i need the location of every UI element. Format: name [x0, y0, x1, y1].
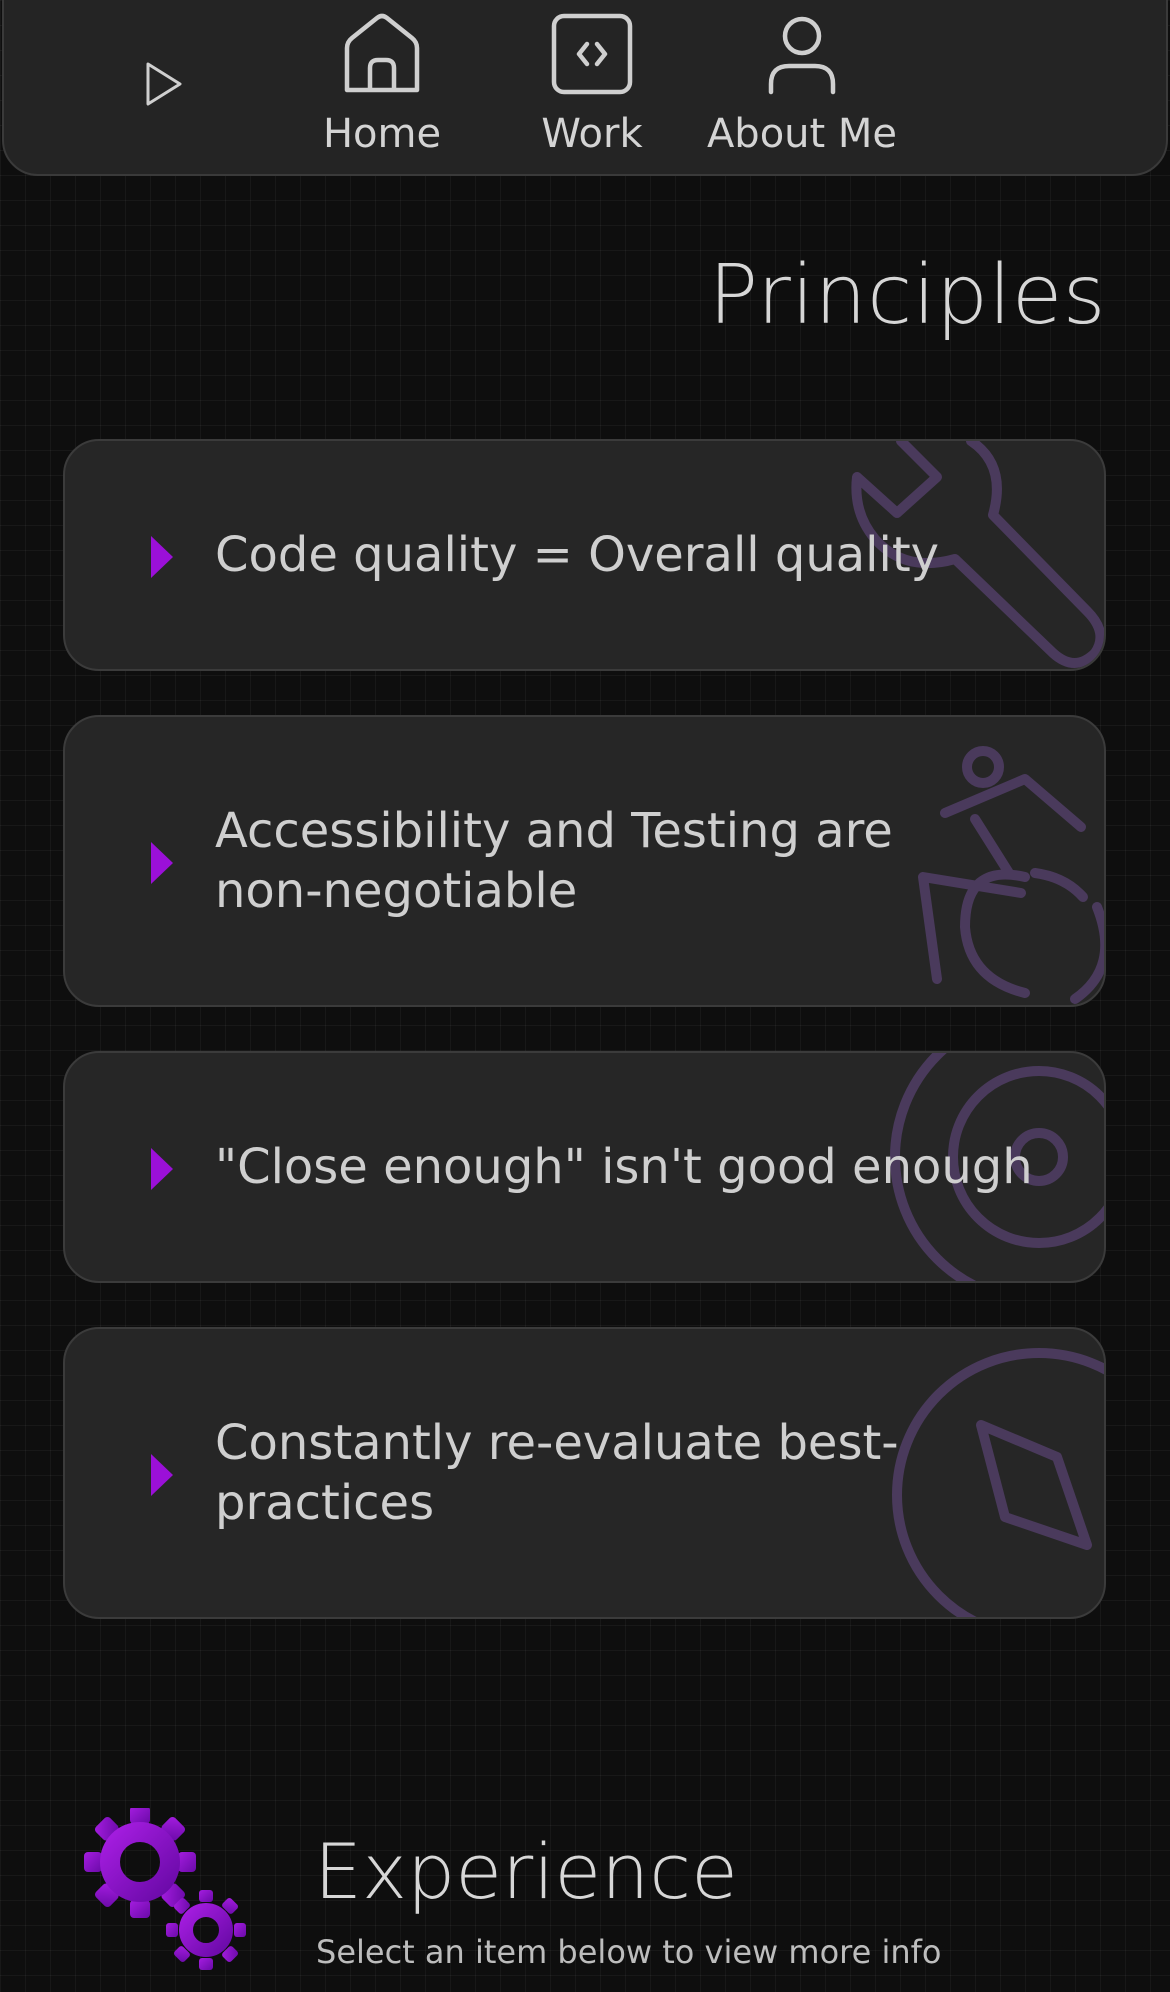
nav-about-label: About Me: [706, 111, 898, 157]
principle-card-best-practices[interactable]: Constantly re-evaluate best-practices: [63, 1327, 1106, 1619]
principle-text: "Close enough" isn't good enough: [215, 1139, 1033, 1195]
experience-subtitle: Select an item below to view more info: [316, 1933, 942, 1971]
principle-card-accessibility[interactable]: Accessibility and Testing are non-negoti…: [63, 715, 1106, 1007]
caret-right-icon: [151, 1454, 173, 1496]
code-icon: [551, 13, 633, 95]
gears-icon: [84, 1808, 246, 1970]
nav-home[interactable]: Home: [312, 8, 452, 168]
principle-text: Code quality = Overall quality: [215, 527, 940, 583]
nav-work-label: Work: [541, 111, 643, 157]
principles-title: Principles: [708, 248, 1106, 343]
caret-right-icon: [151, 842, 173, 884]
user-icon: [768, 16, 836, 95]
home-icon: [344, 13, 420, 93]
principle-text: Accessibility and Testing are non-negoti…: [215, 803, 893, 919]
principle-card-code-quality[interactable]: Code quality = Overall quality: [63, 439, 1106, 671]
nav-about[interactable]: About Me: [704, 8, 900, 168]
nav-work[interactable]: Work: [532, 8, 652, 168]
principle-text: Constantly re-evaluate best-practices: [215, 1415, 899, 1531]
experience-title: Experience: [314, 1827, 738, 1916]
caret-right-icon: [151, 1148, 173, 1190]
principle-card-close-enough[interactable]: "Close enough" isn't good enough: [63, 1051, 1106, 1283]
top-nav: Home Work About Me: [2, 0, 1168, 176]
nav-home-label: Home: [322, 111, 442, 157]
caret-right-icon: [151, 536, 173, 578]
play-triangle-icon[interactable]: [142, 56, 186, 112]
